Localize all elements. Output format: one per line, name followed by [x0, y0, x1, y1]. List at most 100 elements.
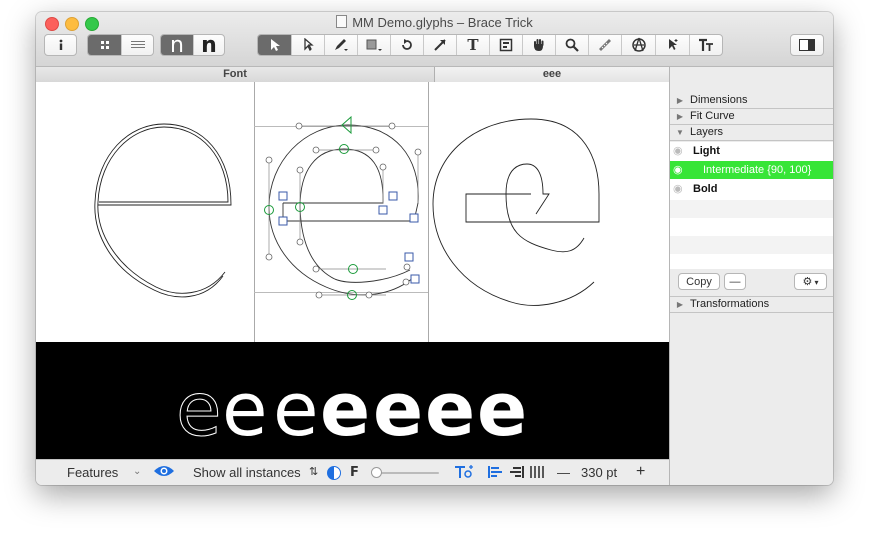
zoom-icon — [565, 38, 579, 52]
knife-tool-button[interactable] — [621, 35, 655, 55]
draw-pen-icon — [335, 39, 348, 51]
preview-glyph: e — [222, 367, 268, 453]
contrast-icon[interactable] — [327, 466, 341, 483]
layer-row-light[interactable]: ◉ Light — [670, 142, 833, 160]
gear-icon: ⚙ — [802, 276, 813, 288]
eye-icon[interactable]: ◉ — [673, 142, 683, 160]
select-cursor-button[interactable] — [655, 35, 689, 55]
align-right-icon[interactable] — [510, 466, 524, 481]
type-text-button[interactable] — [689, 35, 722, 55]
eye-icon[interactable]: ◉ — [673, 180, 683, 198]
transformations-label: Transformations — [690, 298, 770, 310]
annotation-icon — [499, 38, 513, 52]
layer-name: Light — [693, 145, 720, 157]
select-cursor-icon — [668, 39, 677, 50]
info-button[interactable] — [44, 34, 77, 56]
font-letter-label[interactable]: F — [350, 465, 359, 480]
tab-eee[interactable]: eee — [435, 67, 669, 82]
preview-glyph-light: e — [176, 367, 222, 453]
scale-icon — [434, 39, 446, 51]
master-select-segmented: n n — [160, 33, 225, 58]
glyph-outlines[interactable] — [36, 82, 669, 342]
dimensions-label: Dimensions — [690, 94, 748, 106]
glyph-e-light — [94, 123, 232, 298]
layers-list: ◉ Light ◉ Intermediate {90, 100} ◉ Bold — [670, 142, 833, 269]
disclosure-right-icon[interactable]: ▶ — [674, 297, 686, 312]
scale-tool-button[interactable] — [423, 35, 456, 55]
layer-name: Bold — [693, 183, 718, 195]
grid-view-button[interactable] — [88, 35, 121, 55]
fit-curve-section[interactable]: ▶ Fit Curve — [670, 109, 833, 125]
features-popup[interactable]: Features — [67, 465, 118, 480]
layers-label: Layers — [690, 126, 724, 138]
measure-ruler-icon — [599, 39, 611, 51]
layer-name: Intermediate {90, 100} — [703, 164, 812, 176]
select-tool-button[interactable] — [258, 35, 291, 55]
preview-size-slider[interactable] — [371, 467, 439, 479]
zoom-out-button[interactable]: — — [557, 465, 570, 480]
app-window: MM Demo.glyphs – Brace Trick n n T Font … — [36, 12, 833, 485]
transformations-section[interactable]: ▶ Transformations — [670, 296, 833, 313]
document-icon — [336, 15, 348, 28]
rotate-icon — [402, 39, 412, 50]
layer-actions-button[interactable]: ⚙ ▾ — [794, 273, 827, 290]
preview-glyphs: e e e e e e e — [176, 367, 528, 454]
list-view-button[interactable] — [121, 35, 153, 55]
tools-toolbar: T — [257, 34, 723, 56]
measure-tool-button[interactable] — [588, 35, 621, 55]
chevron-down-icon[interactable]: ⌄ — [133, 466, 141, 477]
fit-curve-label: Fit Curve — [690, 110, 735, 122]
sidebar-toggle-icon — [791, 35, 823, 55]
right-sidebar-panel: ▶ Dimensions ▶ Fit Curve ▼ Layers ◉ Light ◉… — [669, 67, 833, 485]
tab-bar: Font eee — [36, 67, 669, 83]
bezier-handles — [268, 125, 419, 296]
select-all-layers-button[interactable] — [291, 35, 324, 55]
draw-tool-button[interactable] — [324, 35, 357, 55]
vertical-text-icon[interactable] — [530, 466, 544, 481]
light-master-button[interactable]: n — [161, 33, 193, 58]
instances-popup[interactable]: Show all instances — [193, 465, 301, 480]
bold-master-button[interactable]: n — [193, 33, 224, 58]
primitives-button[interactable] — [357, 35, 390, 55]
layer-row-intermediate[interactable]: ◉ Intermediate {90, 100} — [670, 161, 833, 179]
select-arrow-icon — [270, 39, 280, 51]
zoom-in-button[interactable]: + — [636, 463, 645, 481]
remove-layer-button[interactable]: — — [724, 273, 746, 290]
text-tool-button[interactable]: T — [456, 35, 489, 55]
layers-section[interactable]: ▼ Layers — [670, 125, 833, 141]
annotation-tool-button[interactable] — [489, 35, 522, 55]
on-curve-nodes[interactable] — [264, 115, 358, 300]
align-left-icon[interactable] — [488, 466, 502, 481]
font-size-value[interactable]: 330 pt — [581, 465, 617, 480]
tab-font[interactable]: Font — [36, 67, 435, 82]
disclosure-right-icon[interactable]: ▶ — [674, 109, 686, 124]
copy-layer-button[interactable]: Copy — [678, 273, 720, 290]
glyph-edit-canvas[interactable] — [36, 82, 669, 342]
slider-knob[interactable] — [371, 467, 382, 478]
primitives-rectangle-icon — [366, 39, 382, 51]
preview-bottom-bar: Features ⌄ Show all instances ⇅ F — 330 … — [36, 459, 669, 485]
preview-area: e e e e e e e — [36, 342, 669, 459]
glyph-e-intermediate — [268, 124, 419, 296]
window-title: MM Demo.glyphs – Brace Trick — [36, 15, 833, 30]
hand-icon — [534, 39, 544, 51]
preview-glyph-bold: e — [425, 367, 475, 453]
disclosure-down-icon[interactable]: ▼ — [674, 125, 686, 140]
text-options-icon[interactable] — [454, 464, 474, 483]
preview-glyph: e — [273, 367, 319, 453]
layer-row-bold[interactable]: ◉ Bold — [670, 180, 833, 198]
up-down-chevron-icon[interactable]: ⇅ — [309, 465, 318, 478]
grid-view-icon — [100, 41, 109, 49]
sidebar-toggle-button[interactable] — [790, 34, 824, 56]
dimensions-section[interactable]: ▶ Dimensions — [670, 93, 833, 109]
eye-icon[interactable]: ◉ — [673, 161, 683, 179]
disclosure-right-icon[interactable]: ▶ — [674, 93, 686, 108]
eye-icon[interactable] — [153, 464, 175, 481]
rotate-tool-button[interactable] — [390, 35, 423, 55]
title-bar: MM Demo.glyphs – Brace Trick n n T — [36, 12, 833, 67]
preview-glyph-bold: e — [477, 367, 527, 453]
empty-row — [670, 236, 833, 254]
info-icon — [45, 35, 76, 55]
zoom-tool-button[interactable] — [555, 35, 588, 55]
hand-tool-button[interactable] — [522, 35, 555, 55]
